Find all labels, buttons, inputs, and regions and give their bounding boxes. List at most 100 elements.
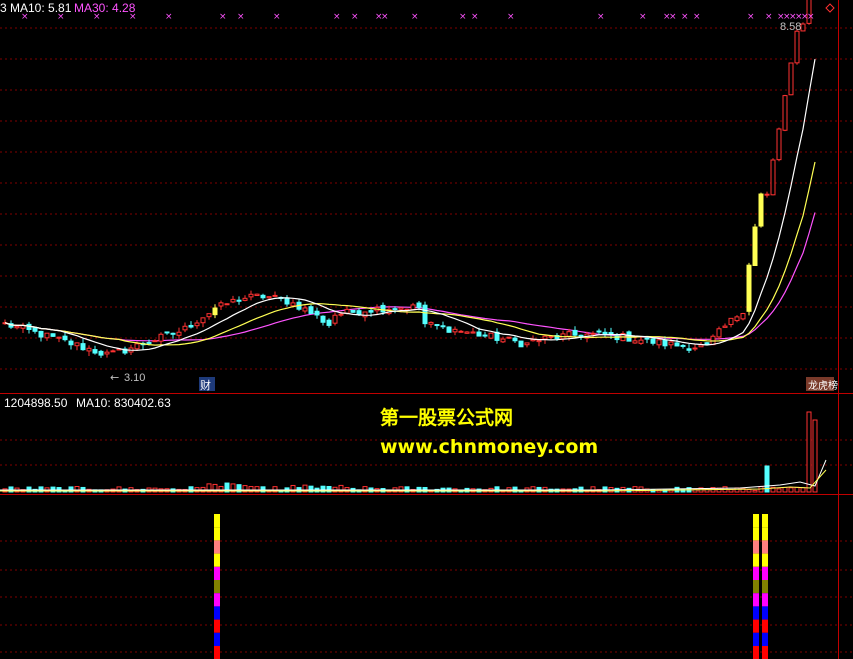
volume-bar [746,489,752,493]
candles [2,0,812,358]
candle-body [434,324,440,327]
candle-body [68,340,74,346]
x-mark: × [471,12,479,22]
candle-body [56,336,62,339]
ma30-line [4,212,816,342]
candle-body [44,332,50,339]
candle-body [350,309,356,313]
candle-body [254,293,260,296]
candle-body [134,343,140,350]
candle-body [476,331,482,337]
candle-body [788,62,794,96]
candle-body [452,328,458,333]
candle-body [572,329,578,336]
signal-segment [753,566,759,580]
candle-body [80,343,86,351]
signal-segment [762,527,768,541]
x-mark: × [747,12,755,22]
candle-body [104,351,110,355]
x-mark: × [639,12,647,22]
candle-body [260,294,266,299]
signal-segment [753,527,759,541]
x-mark: × [381,12,389,22]
candle-body [764,193,770,196]
candle-body [644,337,650,340]
candle-body [206,313,212,318]
candle-body [752,226,758,267]
candle-body [596,330,602,333]
candle-body [500,338,506,343]
candle-body [338,313,344,316]
signal-segment [762,632,768,646]
candle-body [14,325,20,329]
signal-segment [762,553,768,567]
finance-marker-text: 财 [200,378,211,392]
candle-body [422,304,428,325]
candle-body [428,321,434,325]
candle-body [32,327,38,332]
signal-columns [214,514,768,659]
candle-body [488,332,494,339]
candle-body [800,23,806,32]
candle-body [548,335,554,338]
volume-ma10-label: MA10: 830402.63 [76,396,171,410]
candle-body [470,331,476,334]
candle-body [656,339,662,346]
signal-segment [214,632,220,646]
candle-body [164,331,170,334]
candle-body [518,340,524,348]
candle-body [590,332,596,335]
candle-body [266,296,272,299]
candle-body [458,330,464,333]
ma10-label: MA10: 5.81 [10,1,72,15]
finance-marker[interactable]: 财 [199,377,215,392]
x-mark: × [411,12,419,22]
signal-segment [214,566,220,580]
x-mark: × [237,12,245,22]
candle-body [776,128,782,161]
candle-body [194,322,200,327]
candle-body [416,302,422,308]
candle-body [356,310,362,315]
candle-body [158,333,164,342]
x-mark: × [507,12,515,22]
candle-body [290,302,296,307]
grid-lines [0,0,853,659]
dragon-tiger-marker[interactable]: 龙虎榜 [806,377,838,392]
candle-body [200,317,206,324]
candle-body [524,342,530,346]
stock-chart[interactable]: × × × × × × × × × × ×× × × × × × × ×× × × × × ×××××× 8.58 3.10… [0,0,853,659]
diamond-icon[interactable] [825,3,835,13]
candle-body [98,350,104,356]
candle-body [638,339,644,344]
x-mark: × [219,12,227,22]
signal-segment [214,540,220,554]
x-mark: × [165,12,173,22]
candle-body [482,334,488,337]
x-mark: × [333,12,341,22]
candle-body [698,344,704,348]
x-mark: × [807,12,815,22]
signal-segment [214,646,220,659]
high-price-label: 8.58 [780,21,801,33]
candle-body [542,335,548,340]
candle-body [212,307,218,316]
signal-segment [762,606,768,620]
candle-body [86,347,92,352]
x-marks: × × × × × × × × × × ×× × × × × × × ×× × × × × ×××××× [21,12,815,22]
candle-body [92,349,98,354]
candle-body [146,342,152,345]
candle-body [74,342,80,347]
signal-segment [214,619,220,633]
candle-body [182,325,188,331]
watermark-title: 第一股票公式网 [380,407,514,429]
signal-segment [214,553,220,567]
candle-body [308,306,314,315]
volume-bar [728,489,734,493]
candle-body [728,317,734,325]
candle-body [218,302,224,307]
dragon-tiger-marker-text: 龙虎榜 [808,379,838,392]
signal-segment [753,540,759,554]
candle-body [674,342,680,347]
signal-segment [214,514,220,528]
